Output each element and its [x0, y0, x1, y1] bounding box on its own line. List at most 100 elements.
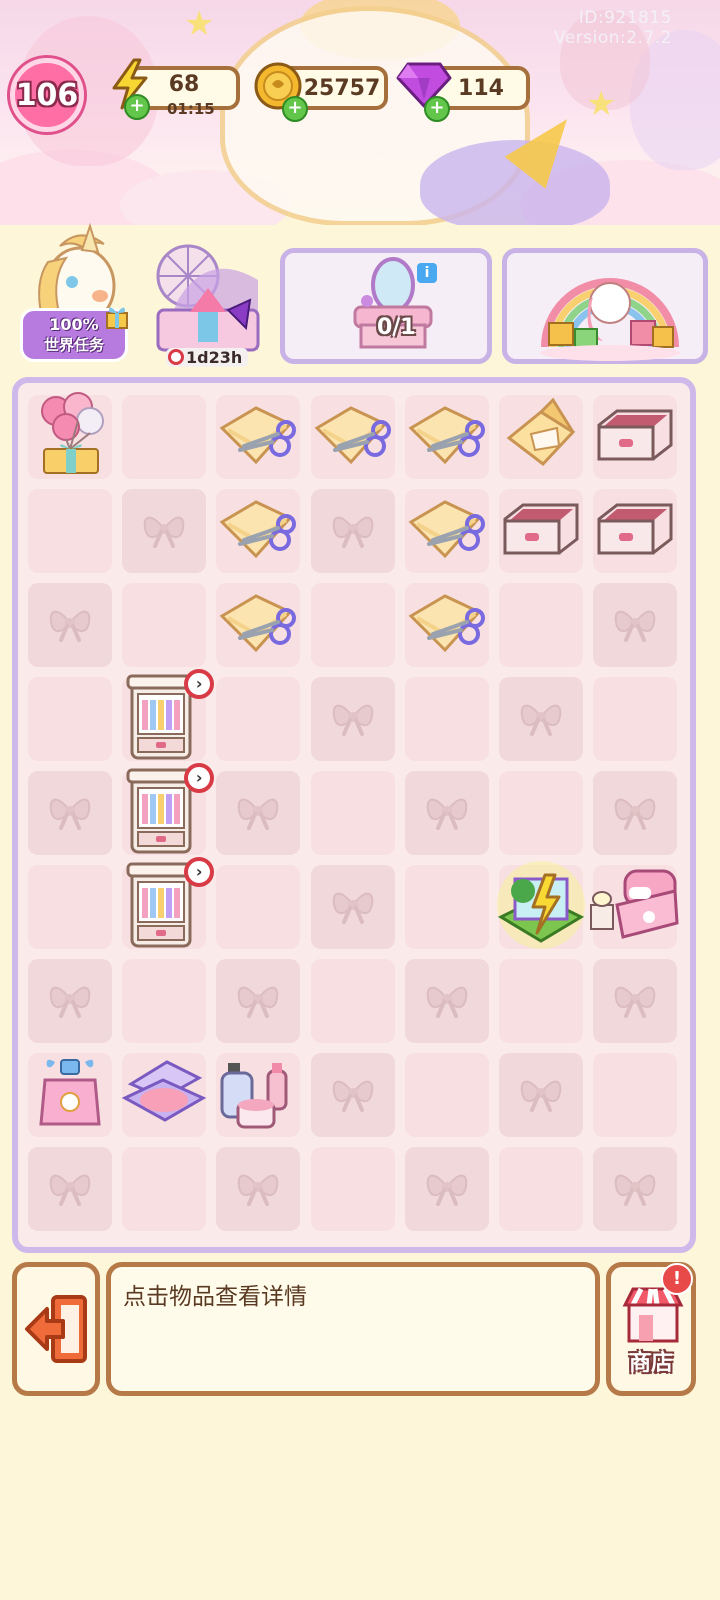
- locked-cell[interactable]: [310, 677, 395, 761]
- player-level-badge[interactable]: 106: [10, 58, 84, 132]
- empty-cell[interactable]: [122, 583, 207, 667]
- board-cell-blush-compact[interactable]: [121, 1053, 207, 1137]
- locked-cell[interactable]: [499, 1053, 583, 1137]
- empty-cell[interactable]: [404, 677, 489, 761]
- locked-cell[interactable]: [593, 771, 678, 855]
- locked-cell[interactable]: [216, 959, 301, 1043]
- fabric-scissors-item[interactable]: [405, 588, 489, 662]
- board-cell-drawer[interactable]: [593, 395, 678, 479]
- add-energy-button[interactable]: +: [124, 94, 150, 120]
- empty-cell[interactable]: [122, 959, 207, 1043]
- unicorn-gift-card[interactable]: [502, 248, 708, 364]
- empty-cell[interactable]: [499, 1147, 583, 1231]
- board-cell-fabric-scissors[interactable]: [216, 395, 301, 479]
- board-cell-fabric-scissors[interactable]: [404, 395, 489, 479]
- empty-cell[interactable]: [216, 677, 301, 761]
- board-cell-fabric-scissors[interactable]: [404, 489, 489, 573]
- empty-cell[interactable]: [216, 865, 301, 949]
- empty-cell[interactable]: [404, 1053, 489, 1137]
- empty-cell[interactable]: [310, 771, 395, 855]
- empty-cell[interactable]: [28, 677, 112, 761]
- board-cell-skincare-set[interactable]: [216, 1053, 301, 1137]
- empty-cell[interactable]: [310, 1147, 395, 1231]
- locked-cell[interactable]: [404, 771, 489, 855]
- board-cell-wardrobe[interactable]: ›: [122, 669, 215, 761]
- empty-cell[interactable]: [404, 865, 489, 949]
- drawer-item[interactable]: [595, 405, 675, 469]
- board-cell-fabric-folded[interactable]: [499, 395, 583, 479]
- empty-cell[interactable]: [499, 583, 583, 667]
- amusement-park-event[interactable]: [148, 240, 268, 360]
- empty-cell[interactable]: [122, 395, 207, 479]
- skincare-set-item[interactable]: [216, 1053, 300, 1137]
- locked-cell[interactable]: [593, 583, 678, 667]
- blush-compact-item[interactable]: [121, 1058, 207, 1132]
- merge-board: › › ›: [12, 377, 696, 1253]
- locked-cell[interactable]: [310, 1053, 395, 1137]
- item-detail-panel: 点击物品查看详情: [106, 1262, 600, 1396]
- fabric-scissors-item[interactable]: [216, 494, 300, 568]
- bow-lock-icon: [235, 980, 281, 1022]
- fabric-scissors-item[interactable]: [216, 400, 300, 474]
- pink-bed-item[interactable]: [589, 865, 681, 949]
- info-icon[interactable]: i: [417, 263, 437, 283]
- locked-cell[interactable]: [310, 865, 395, 949]
- bow-lock-icon: [424, 1168, 470, 1210]
- locked-cell[interactable]: [593, 959, 678, 1043]
- balloon-gift-item[interactable]: [30, 391, 110, 483]
- board-cell-fabric-scissors[interactable]: [404, 583, 489, 667]
- board-cell-fabric-scissors[interactable]: [216, 583, 301, 667]
- board-cell-balloon-gift[interactable]: [28, 392, 112, 479]
- board-cell-perfume[interactable]: [28, 1053, 112, 1137]
- board-cell-energy-house[interactable]: [497, 861, 585, 949]
- bow-lock-icon: [330, 886, 376, 928]
- locked-cell[interactable]: [310, 489, 395, 573]
- locked-cell[interactable]: [28, 1147, 112, 1231]
- fabric-scissors-item[interactable]: [311, 400, 395, 474]
- locked-cell[interactable]: [28, 959, 112, 1043]
- empty-cell[interactable]: [593, 1053, 678, 1137]
- locked-cell[interactable]: [28, 771, 112, 855]
- board-cell-pink-bed[interactable]: [590, 865, 679, 949]
- locked-cell[interactable]: [216, 1147, 301, 1231]
- add-gems-button[interactable]: +: [424, 96, 450, 122]
- shop-button[interactable]: 商店 !: [606, 1262, 696, 1396]
- locked-cell[interactable]: [404, 1147, 489, 1231]
- fabric-folded-item[interactable]: [501, 397, 581, 476]
- detail-hint-text: 点击物品查看详情: [123, 1284, 307, 1310]
- drawer-item[interactable]: [595, 499, 675, 563]
- board-cell-fabric-scissors[interactable]: [216, 489, 301, 573]
- empty-cell[interactable]: [593, 677, 678, 761]
- empty-cell[interactable]: [28, 489, 112, 573]
- locked-cell[interactable]: [404, 959, 489, 1043]
- vanity-order-card[interactable]: i 0/1: [280, 248, 492, 364]
- fabric-scissors-item[interactable]: [405, 494, 489, 568]
- fabric-scissors-item[interactable]: [216, 588, 300, 662]
- locked-cell[interactable]: [28, 583, 112, 667]
- board-cell-wardrobe[interactable]: ›: [122, 857, 215, 949]
- locked-cell[interactable]: [499, 677, 583, 761]
- empty-cell[interactable]: [122, 1147, 207, 1231]
- bow-lock-icon: [612, 604, 658, 646]
- empty-cell[interactable]: [28, 865, 112, 949]
- board-cell-drawer[interactable]: [499, 489, 583, 573]
- energy-house-item[interactable]: [493, 857, 589, 957]
- board-cell-drawer[interactable]: [593, 489, 678, 573]
- exit-button[interactable]: [12, 1262, 100, 1396]
- empty-cell[interactable]: [310, 583, 395, 667]
- locked-cell[interactable]: [122, 489, 207, 573]
- locked-cell[interactable]: [593, 1147, 678, 1231]
- empty-cell[interactable]: [310, 959, 395, 1043]
- bow-lock-icon: [330, 698, 376, 740]
- locked-cell[interactable]: [216, 771, 301, 855]
- bow-lock-icon: [612, 1168, 658, 1210]
- star-icon: ★: [184, 4, 215, 44]
- board-cell-fabric-scissors[interactable]: [310, 395, 395, 479]
- empty-cell[interactable]: [499, 959, 583, 1043]
- drawer-item[interactable]: [501, 499, 581, 563]
- perfume-item[interactable]: [35, 1054, 105, 1136]
- empty-cell[interactable]: [499, 771, 583, 855]
- fabric-scissors-item[interactable]: [405, 400, 489, 474]
- add-coins-button[interactable]: +: [282, 96, 308, 122]
- board-cell-wardrobe[interactable]: ›: [122, 763, 215, 855]
